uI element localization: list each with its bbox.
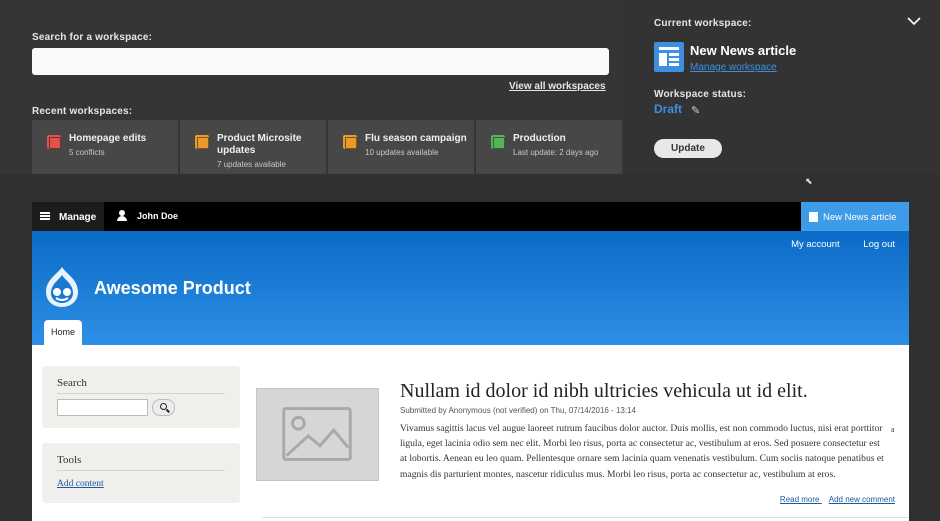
workspace-search-label: Search for a workspace: — [32, 32, 153, 43]
tools-block-title: Tools — [57, 454, 82, 466]
image-placeholder-icon — [256, 388, 379, 481]
search-block: Search — [42, 366, 240, 428]
workspace-search-panel: Search for a workspace: View all workspa… — [0, 0, 624, 174]
workspace-status-value[interactable]: Draft — [654, 102, 682, 116]
admin-toolbar: Manage John Doe New News article — [32, 202, 909, 231]
current-workspace-title: New News article — [690, 43, 797, 58]
current-workspace-label: Current workspace: — [654, 18, 752, 29]
toolbar-manage-label: Manage — [59, 212, 97, 223]
site-preview: Manage John Doe New News article My acco… — [32, 202, 909, 521]
log-out-link[interactable]: Log out — [863, 239, 895, 250]
article-submitted: Submitted by Anonymous (not verified) on… — [400, 406, 636, 415]
search-block-title: Search — [57, 377, 87, 389]
read-more-link[interactable]: Read more — [780, 495, 820, 504]
calendar-orange-icon — [195, 135, 209, 149]
update-button[interactable]: Update — [654, 139, 722, 158]
workspace-card-title: Product Microsite updates — [217, 133, 302, 156]
workspace-card-title: Production — [513, 133, 566, 144]
tab-home[interactable]: Home — [44, 320, 82, 345]
document-icon — [654, 42, 684, 72]
add-comment-link[interactable]: Add new comment — [829, 495, 895, 504]
workspace-card-subtitle: 7 updates available — [217, 160, 286, 169]
toolbar-user-label: John Doe — [137, 211, 179, 221]
workspace-card-title: Homepage edits — [69, 133, 147, 144]
calendar-green-icon — [491, 135, 505, 149]
site-search-input[interactable] — [57, 399, 148, 416]
add-content-link[interactable]: Add content — [57, 479, 104, 489]
pencil-icon[interactable]: ✎ — [691, 104, 700, 117]
stray-character: a — [891, 425, 895, 434]
site-search-button[interactable] — [152, 399, 175, 416]
mouse-cursor-icon: ⬉ — [805, 176, 813, 186]
my-account-link[interactable]: My account — [791, 239, 840, 250]
view-all-workspaces-link[interactable]: View all workspaces — [509, 81, 606, 92]
user-icon — [117, 210, 127, 221]
app-root: Search for a workspace: View all workspa… — [0, 0, 940, 521]
recent-workspace-card[interactable]: Homepage edits 5 conflicts — [32, 120, 178, 174]
recent-workspace-card[interactable]: Flu season campaign 10 updates available — [328, 120, 474, 174]
chevron-down-icon[interactable] — [907, 14, 921, 28]
article-title[interactable]: Nullam id dolor id nibh ultricies vehicu… — [400, 380, 808, 403]
workspace-card-title: Flu season campaign — [365, 133, 467, 144]
main-content: Search Tools Add content Nullam id dolor… — [32, 345, 909, 521]
toolbar-user-button[interactable]: John Doe — [117, 210, 179, 221]
site-header: My account Log out Awesome Product Home — [32, 231, 909, 345]
document-icon — [809, 212, 818, 222]
recent-workspaces-label: Recent workspaces: — [32, 106, 133, 117]
account-links: My account Log out — [770, 239, 895, 250]
calendar-orange-icon — [343, 135, 357, 149]
drupal-logo-icon[interactable] — [42, 265, 82, 309]
recent-workspace-card[interactable]: Product Microsite updates 7 updates avai… — [180, 120, 326, 174]
hamburger-icon — [40, 212, 50, 220]
article-links: Read more Add new comment — [773, 495, 895, 504]
divider — [262, 517, 909, 518]
recent-workspaces-list: Homepage edits 5 conflicts Product Micro… — [32, 120, 622, 174]
divider — [57, 393, 225, 394]
tools-block: Tools Add content — [42, 443, 240, 503]
toolbar-manage-button[interactable]: Manage — [32, 202, 104, 231]
workspace-card-subtitle: 10 updates available — [365, 148, 439, 157]
workspace-card-subtitle: 5 conflicts — [69, 148, 105, 157]
site-name[interactable]: Awesome Product — [94, 278, 251, 299]
recent-workspace-card[interactable]: Production Last update: 2 days ago — [476, 120, 622, 174]
search-icon — [160, 403, 167, 410]
manage-workspace-link[interactable]: Manage workspace — [690, 62, 777, 73]
toolbar-workspace-button[interactable]: New News article — [801, 202, 909, 231]
article-body: Vivamus sagittis lacus vel augue laoreet… — [400, 423, 884, 480]
calendar-red-icon — [47, 135, 61, 149]
divider — [57, 470, 225, 471]
workspace-status-label: Workspace status: — [654, 89, 747, 100]
toolbar-workspace-label: New News article — [823, 212, 897, 223]
workspace-card-subtitle: Last update: 2 days ago — [513, 148, 599, 157]
workspace-search-input[interactable] — [32, 48, 609, 75]
